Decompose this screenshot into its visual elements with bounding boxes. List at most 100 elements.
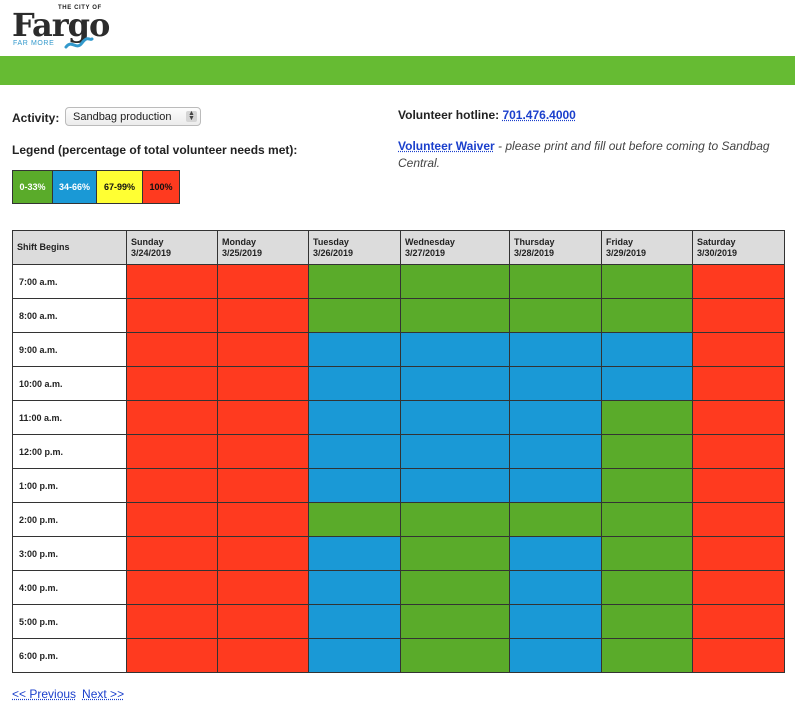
shift-slot-cell[interactable] [217, 298, 309, 333]
shift-row: 12:00 p.m. [12, 434, 785, 469]
shift-slot-cell[interactable] [126, 638, 218, 673]
shift-slot-cell[interactable] [601, 332, 693, 367]
shift-slot-cell[interactable] [400, 468, 510, 503]
shift-slot-cell[interactable] [601, 434, 693, 469]
shift-slot-cell[interactable] [126, 400, 218, 435]
shift-slot-cell[interactable] [400, 502, 510, 537]
shift-slot-cell[interactable] [400, 264, 510, 299]
shift-slot-cell[interactable] [601, 468, 693, 503]
previous-link[interactable]: << Previous [12, 687, 76, 701]
shift-slot-cell[interactable] [126, 536, 218, 571]
shift-slot-cell[interactable] [308, 434, 401, 469]
shift-slot-cell[interactable] [308, 468, 401, 503]
city-logo[interactable]: THE CITY OF Fargo FAR MORE [12, 3, 112, 53]
shift-slot-cell[interactable] [509, 400, 602, 435]
shift-slot-cell[interactable] [126, 264, 218, 299]
shift-slot-cell[interactable] [692, 604, 785, 639]
shift-slot-cell[interactable] [217, 264, 309, 299]
shift-slot-cell[interactable] [126, 468, 218, 503]
shift-slot-cell[interactable] [126, 434, 218, 469]
shift-slot-cell[interactable] [601, 264, 693, 299]
shift-slot-cell[interactable] [126, 332, 218, 367]
shift-slot-cell[interactable] [400, 400, 510, 435]
shift-slot-cell[interactable] [400, 570, 510, 605]
shift-slot-cell[interactable] [601, 604, 693, 639]
shift-slot-cell[interactable] [601, 400, 693, 435]
shift-slot-cell[interactable] [509, 332, 602, 367]
shift-slot-cell[interactable] [126, 570, 218, 605]
shift-slot-cell[interactable] [509, 264, 602, 299]
shift-slot-cell[interactable] [217, 502, 309, 537]
shift-slot-cell[interactable] [509, 502, 602, 537]
shift-slot-cell[interactable] [692, 298, 785, 333]
shift-slot-cell[interactable] [692, 536, 785, 571]
shift-slot-cell[interactable] [126, 502, 218, 537]
shift-slot-cell[interactable] [601, 638, 693, 673]
shift-slot-cell[interactable] [217, 536, 309, 571]
shift-row: 7:00 a.m. [12, 264, 785, 299]
shift-slot-cell[interactable] [400, 536, 510, 571]
shift-slot-cell[interactable] [601, 502, 693, 537]
shift-row: 3:00 p.m. [12, 536, 785, 571]
shift-slot-cell[interactable] [217, 400, 309, 435]
shift-slot-cell[interactable] [509, 604, 602, 639]
hotline-number-link[interactable]: 701.476.4000 [502, 108, 575, 122]
shift-slot-cell[interactable] [126, 604, 218, 639]
activity-select-value: Sandbag production [73, 111, 172, 123]
shift-slot-cell[interactable] [308, 638, 401, 673]
shift-slot-cell[interactable] [509, 298, 602, 333]
shift-slot-cell[interactable] [509, 536, 602, 571]
shift-slot-cell[interactable] [692, 638, 785, 673]
shift-slot-cell[interactable] [692, 502, 785, 537]
shift-slot-cell[interactable] [692, 400, 785, 435]
shift-slot-cell[interactable] [509, 468, 602, 503]
shift-slot-cell[interactable] [400, 638, 510, 673]
shift-slot-cell[interactable] [509, 434, 602, 469]
shift-slot-cell[interactable] [692, 468, 785, 503]
next-link[interactable]: Next >> [82, 687, 124, 701]
shift-slot-cell[interactable] [692, 570, 785, 605]
shift-slot-cell[interactable] [692, 332, 785, 367]
volunteer-waiver-link[interactable]: Volunteer Waiver [398, 139, 495, 153]
shift-slot-cell[interactable] [126, 366, 218, 401]
shift-slot-cell[interactable] [692, 366, 785, 401]
shift-slot-cell[interactable] [308, 332, 401, 367]
shift-slot-cell[interactable] [692, 264, 785, 299]
shift-slot-cell[interactable] [217, 332, 309, 367]
shift-slot-cell[interactable] [217, 468, 309, 503]
shift-slot-cell[interactable] [509, 638, 602, 673]
shift-slot-cell[interactable] [126, 298, 218, 333]
shift-slot-cell[interactable] [601, 570, 693, 605]
shift-slot-cell[interactable] [308, 570, 401, 605]
shift-slot-cell[interactable] [400, 604, 510, 639]
shift-slot-cell[interactable] [308, 298, 401, 333]
shift-slot-cell[interactable] [509, 366, 602, 401]
shift-slot-cell[interactable] [509, 570, 602, 605]
day-name: Thursday [514, 236, 555, 247]
shift-slot-cell[interactable] [308, 366, 401, 401]
shift-slot-cell[interactable] [692, 434, 785, 469]
shift-slot-cell[interactable] [308, 264, 401, 299]
shift-slot-cell[interactable] [217, 638, 309, 673]
shift-slot-cell[interactable] [400, 366, 510, 401]
activity-select[interactable]: Sandbag production ▲ ▼ [65, 107, 201, 126]
shift-slot-cell[interactable] [601, 536, 693, 571]
shift-time: 7:00 a.m. [12, 264, 127, 299]
logo-tagline: FAR MORE [13, 40, 55, 47]
shift-slot-cell[interactable] [400, 434, 510, 469]
shift-slot-cell[interactable] [308, 536, 401, 571]
shift-slot-cell[interactable] [601, 366, 693, 401]
shift-slot-cell[interactable] [217, 366, 309, 401]
shift-slot-cell[interactable] [400, 298, 510, 333]
day-name: Saturday [697, 236, 736, 247]
shift-slot-cell[interactable] [601, 298, 693, 333]
header-bar [0, 56, 795, 85]
shift-slot-cell[interactable] [308, 400, 401, 435]
shift-slot-cell[interactable] [308, 502, 401, 537]
shift-slot-cell[interactable] [400, 332, 510, 367]
shift-slot-cell[interactable] [308, 604, 401, 639]
shift-slot-cell[interactable] [217, 604, 309, 639]
shift-slot-cell[interactable] [217, 434, 309, 469]
shift-slot-cell[interactable] [217, 570, 309, 605]
shift-row: 6:00 p.m. [12, 638, 785, 673]
